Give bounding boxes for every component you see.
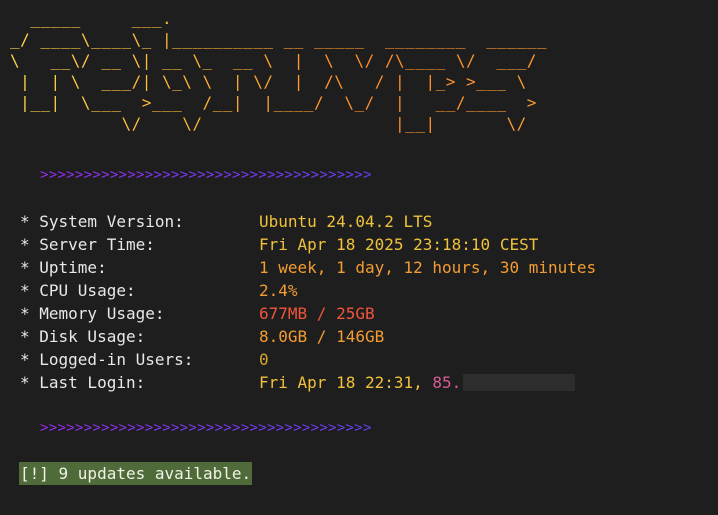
last-login-value: Fri Apr 18 22:31, 85. — [259, 371, 576, 394]
disk-usage-value: 8.0GB / 146GB — [259, 327, 385, 346]
info-row-system-version: * System Version: Ubuntu 24.04.2 LTS — [20, 210, 596, 233]
system-info-list: * System Version: Ubuntu 24.04.2 LTS * S… — [20, 210, 596, 394]
logged-in-users-value: 0 — [259, 350, 269, 369]
terminal-window: _____ ___. _/ ____\____\_ |__________ __… — [0, 0, 718, 515]
info-row-server-time: * Server Time: Fri Apr 18 2025 23:18:10 … — [20, 233, 596, 256]
info-label: * Uptime: — [20, 258, 107, 277]
info-label: * System Version: — [20, 212, 184, 231]
divider-bottom: >>>>>>>>>>>>>>>>>>>>>>>>>>>>>>>>>>>>>> — [40, 420, 372, 436]
info-label: * Logged-in Users: — [20, 350, 194, 369]
info-label: * Memory Usage: — [20, 304, 165, 323]
redacted-ip-block — [463, 373, 576, 391]
info-row-disk-usage: * Disk Usage: 8.0GB / 146GB — [20, 325, 596, 348]
last-login-ip-prefix: 85. — [432, 373, 462, 392]
info-row-memory-usage: * Memory Usage: 677MB / 25GB — [20, 302, 596, 325]
cpu-usage-value: 2.4% — [259, 281, 298, 300]
info-row-logged-in-users: * Logged-in Users: 0 — [20, 348, 596, 371]
info-label: * CPU Usage: — [20, 281, 136, 300]
info-row-last-login: * Last Login: Fri Apr 18 22:31, 85. — [20, 371, 596, 394]
info-row-uptime: * Uptime: 1 week, 1 day, 12 hours, 30 mi… — [20, 256, 596, 279]
divider-top: >>>>>>>>>>>>>>>>>>>>>>>>>>>>>>>>>>>>>> — [40, 167, 372, 183]
info-label: * Last Login: — [20, 373, 146, 392]
info-label: * Disk Usage: — [20, 327, 146, 346]
server-time-value: Fri Apr 18 2025 23:18:10 CEST — [259, 235, 539, 254]
info-label: * Server Time: — [20, 235, 155, 254]
last-login-date: Fri Apr 18 22:31, — [259, 373, 433, 392]
updates-available-notice: [!] 9 updates available. — [19, 462, 253, 485]
info-row-cpu-usage: * CPU Usage: 2.4% — [20, 279, 596, 302]
uptime-value: 1 week, 1 day, 12 hours, 30 minutes — [259, 258, 597, 277]
ascii-banner: _____ ___. _/ ____\____\_ |__________ __… — [10, 9, 548, 133]
system-version-value: Ubuntu 24.04.2 LTS — [259, 212, 433, 231]
memory-usage-value: 677MB / 25GB — [259, 304, 375, 323]
